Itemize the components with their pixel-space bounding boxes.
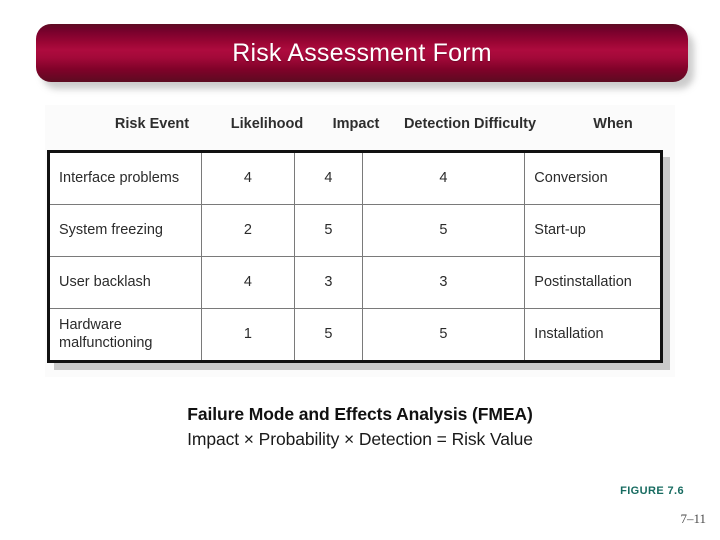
table-column-headers: Risk Event Likelihood Impact Detection D… bbox=[45, 105, 675, 147]
caption-block: Failure Mode and Effects Analysis (FMEA)… bbox=[0, 404, 720, 450]
cell-risk-event: Interface problems bbox=[48, 151, 202, 205]
cell-when: Conversion bbox=[524, 151, 662, 205]
column-header-when: When bbox=[593, 116, 633, 132]
caption-title: Failure Mode and Effects Analysis (FMEA) bbox=[187, 404, 533, 424]
table-row: Hardware malfunctioning 1 5 5 Installati… bbox=[48, 308, 662, 362]
cell-detection-difficulty: 5 bbox=[361, 204, 526, 257]
cell-risk-event: Hardware malfunctioning bbox=[48, 308, 202, 362]
slide-title-banner: Risk Assessment Form bbox=[36, 24, 688, 82]
cell-likelihood: 4 bbox=[200, 256, 296, 309]
risk-table-panel: Risk Event Likelihood Impact Detection D… bbox=[45, 105, 675, 377]
page-title: Risk Assessment Form bbox=[232, 38, 492, 67]
table-row: User backlash 4 3 3 Postinstallation bbox=[48, 256, 662, 309]
table-row: Interface problems 4 4 4 Conversion bbox=[48, 151, 662, 205]
cell-when: Installation bbox=[524, 308, 662, 362]
cell-detection-difficulty: 5 bbox=[361, 308, 526, 362]
cell-impact: 5 bbox=[294, 308, 363, 362]
table-row: System freezing 2 5 5 Start-up bbox=[48, 204, 662, 257]
page-number: 7–11 bbox=[680, 511, 706, 526]
cell-when: Start-up bbox=[524, 204, 662, 257]
figure-label: FIGURE 7.6 bbox=[620, 485, 684, 497]
cell-detection-difficulty: 4 bbox=[361, 151, 526, 205]
cell-when: Postinstallation bbox=[524, 256, 662, 309]
cell-risk-event: User backlash bbox=[48, 256, 202, 309]
cell-impact: 5 bbox=[294, 204, 363, 257]
cell-detection-difficulty: 3 bbox=[361, 256, 526, 309]
cell-impact: 3 bbox=[294, 256, 363, 309]
cell-likelihood: 1 bbox=[200, 308, 296, 362]
cell-likelihood: 4 bbox=[200, 151, 296, 205]
column-header-risk-event: Risk Event bbox=[114, 116, 190, 132]
cell-impact: 4 bbox=[294, 151, 363, 205]
caption-formula: Impact × Probability × Detection = Risk … bbox=[187, 429, 533, 449]
cell-risk-event: System freezing bbox=[48, 204, 202, 257]
cell-likelihood: 2 bbox=[200, 204, 296, 257]
risk-assessment-table: Interface problems 4 4 4 Conversion Syst… bbox=[47, 150, 663, 363]
